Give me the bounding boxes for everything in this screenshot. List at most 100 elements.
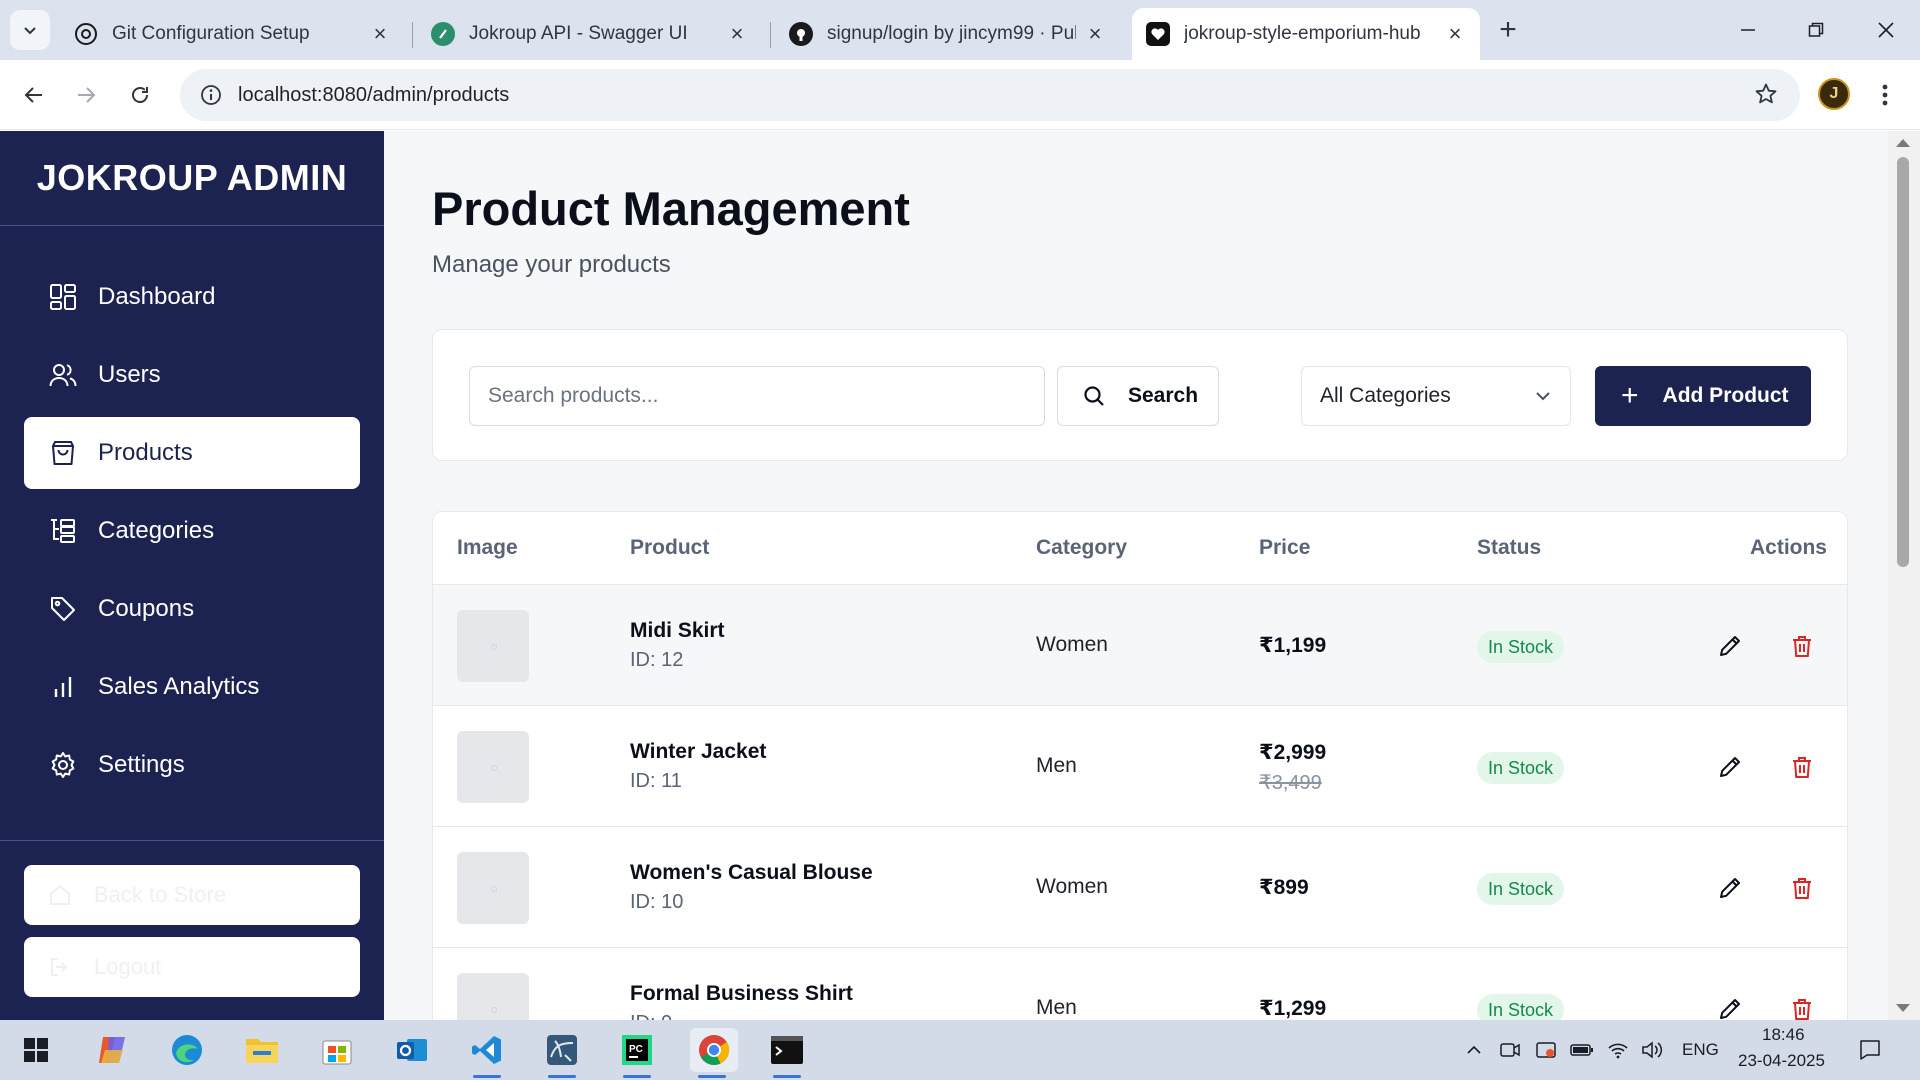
table-row[interactable]: Women's Casual Blouse ID: 10 Women ₹899 … <box>433 827 1847 948</box>
new-tab-button[interactable]: + <box>1490 12 1526 48</box>
browser-tab[interactable]: Jokroup API - Swagger UI × <box>417 8 762 60</box>
sidebar-item-users[interactable]: Users <box>24 339 360 411</box>
scroll-up-arrow-icon[interactable] <box>1896 139 1910 147</box>
delete-button[interactable] <box>1787 873 1817 903</box>
taskbar-outlook[interactable] <box>390 1028 434 1072</box>
scroll-down-arrow-icon[interactable] <box>1896 1004 1910 1012</box>
forward-button[interactable] <box>66 75 106 115</box>
taskbar-copilot[interactable] <box>90 1028 134 1072</box>
sidebar-item-dashboard[interactable]: Dashboard <box>24 261 360 333</box>
running-indicator <box>698 1075 726 1078</box>
product-image-placeholder <box>457 731 529 803</box>
sidebar-item-categories[interactable]: Categories <box>24 495 360 567</box>
taskbar-store[interactable] <box>315 1028 359 1072</box>
table-row[interactable]: Formal Business Shirt ID: 9 Men ₹1,299 I… <box>433 948 1847 1020</box>
trash-icon <box>1793 757 1811 778</box>
site-info-icon[interactable] <box>198 82 224 108</box>
sidebar-item-coupons[interactable]: Coupons <box>24 573 360 645</box>
edit-button[interactable] <box>1715 873 1745 903</box>
scrollbar-thumb[interactable] <box>1897 157 1909 567</box>
column-header-price: Price <box>1259 536 1311 559</box>
meet-camera-icon[interactable] <box>1498 1038 1522 1062</box>
tab-title: signup/login by jincym99 · Pull <box>827 23 1076 44</box>
sidebar-item-settings[interactable]: Settings <box>24 729 360 801</box>
search-input[interactable] <box>469 366 1045 426</box>
tab-search-button[interactable] <box>10 10 50 50</box>
logout-label: Logout <box>94 954 162 979</box>
clock-time[interactable]: 18:46 <box>1762 1025 1805 1045</box>
wifi-icon[interactable] <box>1606 1038 1630 1062</box>
trash-icon <box>1793 636 1811 657</box>
window-close-button[interactable] <box>1866 10 1906 50</box>
clock-date[interactable]: 23-04-2025 <box>1738 1051 1825 1071</box>
close-icon[interactable]: × <box>369 21 391 46</box>
product-name: Formal Business Shirt <box>630 982 853 1005</box>
add-product-button[interactable]: + Add Product <box>1595 366 1811 426</box>
browser-menu-button[interactable] <box>1870 75 1900 115</box>
delete-button[interactable] <box>1787 631 1817 661</box>
sidebar-nav: Dashboard Users Products Categories Coup… <box>24 261 360 807</box>
browser-tab-strip: Git Configuration Setup × Jokroup API - … <box>0 0 1920 60</box>
delete-button[interactable] <box>1787 994 1817 1020</box>
category-select[interactable]: All Categories <box>1301 366 1571 426</box>
restore-icon <box>1808 22 1824 37</box>
app-tray-icon[interactable] <box>1534 1038 1558 1062</box>
table-row[interactable]: Midi Skirt ID: 12 Women ₹1,199 In Stock <box>433 585 1847 706</box>
search-button[interactable]: Search <box>1057 366 1219 426</box>
tab-title: Jokroup API - Swagger UI <box>469 23 688 44</box>
edit-button[interactable] <box>1715 631 1745 661</box>
page-scrollbar[interactable] <box>1888 131 1920 1020</box>
profile-avatar[interactable]: J <box>1818 78 1850 110</box>
status-badge: In Stock <box>1477 631 1565 663</box>
taskbar-pycharm[interactable]: PC <box>615 1028 659 1078</box>
browser-tab-active[interactable]: jokroup-style-emporium-hub × <box>1132 8 1480 60</box>
running-indicator <box>548 1075 576 1078</box>
bookmark-star-icon[interactable] <box>1754 82 1778 111</box>
tab-divider <box>770 22 771 48</box>
minimize-button[interactable] <box>1728 10 1768 50</box>
battery-icon[interactable] <box>1570 1038 1594 1062</box>
volume-icon[interactable] <box>1640 1038 1664 1062</box>
input-language[interactable]: ENG <box>1682 1040 1719 1060</box>
taskbar-vscode[interactable] <box>465 1028 509 1078</box>
product-name: Winter Jacket <box>630 740 767 763</box>
start-button[interactable] <box>14 1028 58 1072</box>
taskbar-chrome[interactable] <box>690 1028 738 1078</box>
running-indicator <box>623 1075 651 1078</box>
back-to-store-button[interactable]: Back to Store <box>24 865 360 925</box>
taskbar-edge[interactable] <box>165 1028 209 1072</box>
status-badge: In Stock <box>1477 873 1565 905</box>
restore-button[interactable] <box>1796 10 1836 50</box>
column-header-status: Status <box>1477 536 1542 559</box>
sidebar-item-label: Users <box>98 361 161 388</box>
tray-overflow-chevron-up-icon[interactable] <box>1462 1038 1486 1062</box>
home-icon <box>48 882 74 908</box>
close-icon[interactable]: × <box>1444 21 1466 46</box>
sidebar-item-sales-analytics[interactable]: Sales Analytics <box>24 651 360 723</box>
browser-toolbar: localhost:8080/admin/products J <box>0 60 1920 130</box>
product-id: ID: 12 <box>630 649 684 671</box>
taskbar-mysql-workbench[interactable] <box>540 1028 584 1078</box>
sidebar-divider <box>0 840 384 841</box>
gear-icon <box>48 750 78 780</box>
close-icon[interactable]: × <box>1084 21 1106 46</box>
back-button[interactable] <box>14 75 54 115</box>
pencil-icon <box>1720 636 1740 656</box>
logout-button[interactable]: Logout <box>24 937 360 997</box>
edge-icon <box>172 1035 202 1065</box>
browser-tab[interactable]: signup/login by jincym99 · Pull × <box>775 8 1120 60</box>
notification-center-icon[interactable] <box>1858 1038 1882 1062</box>
edit-button[interactable] <box>1715 994 1745 1020</box>
taskbar-file-explorer[interactable] <box>240 1028 284 1072</box>
edit-button[interactable] <box>1715 752 1745 782</box>
address-bar[interactable]: localhost:8080/admin/products <box>180 69 1800 121</box>
table-row[interactable]: Winter Jacket ID: 11 Men ₹2,999 ₹3,499 I… <box>433 706 1847 827</box>
browser-tab[interactable]: Git Configuration Setup × <box>60 8 405 60</box>
sidebar-item-products[interactable]: Products <box>24 417 360 489</box>
close-icon[interactable]: × <box>726 21 748 46</box>
product-category: Women <box>1036 633 1108 656</box>
reload-button[interactable] <box>120 75 160 115</box>
logout-icon <box>48 954 74 980</box>
delete-button[interactable] <box>1787 752 1817 782</box>
taskbar-terminal[interactable] <box>765 1028 809 1078</box>
